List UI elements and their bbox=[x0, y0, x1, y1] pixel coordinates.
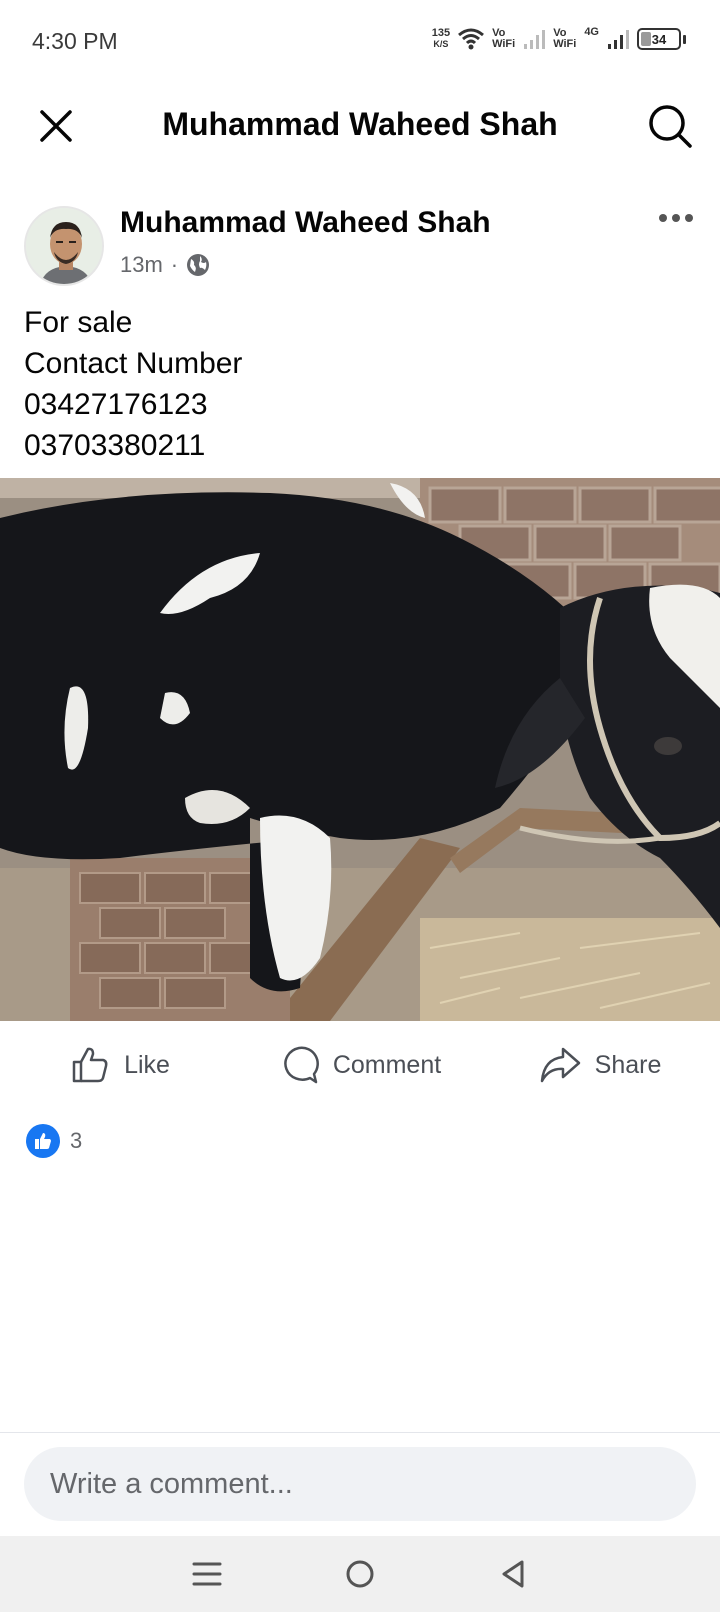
network-type: 4G bbox=[584, 26, 599, 38]
profile-photo bbox=[26, 208, 102, 284]
signal-icon-sim2 bbox=[608, 30, 629, 49]
back-button[interactable] bbox=[483, 1544, 543, 1604]
system-nav-bar bbox=[0, 1536, 720, 1612]
comment-input[interactable] bbox=[24, 1447, 696, 1521]
close-button[interactable] bbox=[32, 102, 80, 150]
vowifi-label-1: Vo WiFi bbox=[492, 27, 516, 50]
battery-icon: 34 bbox=[637, 28, 681, 50]
status-icons: 135 K/S Vo WiFi Vo WiFi 4G 34 bbox=[432, 24, 686, 54]
comment-button[interactable]: Comment bbox=[240, 1030, 480, 1100]
cow-photo bbox=[0, 478, 720, 1021]
post-text-line: Contact Number bbox=[24, 347, 243, 380]
status-bar: 4:30 PM 135 K/S Vo WiFi Vo WiFi 4G 34 bbox=[0, 0, 720, 82]
search-icon bbox=[649, 105, 692, 148]
reactions-summary[interactable]: 3 bbox=[26, 1124, 82, 1158]
home-button[interactable] bbox=[330, 1544, 390, 1604]
post-actions: Like Comment Share bbox=[0, 1030, 720, 1100]
battery-tip bbox=[683, 34, 686, 44]
avatar[interactable] bbox=[24, 206, 104, 286]
like-button[interactable]: Like bbox=[0, 1030, 240, 1100]
menu-icon bbox=[192, 1562, 222, 1586]
post-text-line: For sale bbox=[24, 306, 133, 339]
post-photo[interactable] bbox=[0, 478, 720, 1021]
more-options-button[interactable] bbox=[652, 202, 700, 234]
more-dot-icon bbox=[659, 214, 667, 222]
post-text: For sale Contact Number 03427176123 0370… bbox=[24, 302, 704, 466]
like-label: Like bbox=[124, 1050, 170, 1079]
back-triangle-icon bbox=[502, 1560, 524, 1588]
network-speed: 135 K/S bbox=[431, 27, 451, 50]
post-text-line[interactable]: 03427176123 bbox=[24, 384, 704, 425]
close-icon bbox=[40, 110, 72, 142]
vowifi-label-2: Vo WiFi bbox=[553, 27, 577, 50]
globe-icon[interactable] bbox=[186, 253, 210, 277]
wifi-icon bbox=[458, 28, 485, 50]
app-header: Muhammad Waheed Shah bbox=[0, 84, 720, 168]
author-name[interactable]: Muhammad Waheed Shah bbox=[120, 206, 491, 240]
share-icon bbox=[540, 1047, 580, 1083]
comment-label: Comment bbox=[332, 1050, 442, 1079]
home-circle-icon bbox=[346, 1560, 374, 1588]
more-dot-icon bbox=[685, 214, 693, 222]
comment-icon bbox=[284, 1046, 319, 1084]
thumbs-up-icon bbox=[72, 1047, 108, 1083]
post-text-line[interactable]: 03703380211 bbox=[24, 425, 704, 466]
battery-fill bbox=[641, 32, 651, 46]
search-button[interactable] bbox=[642, 98, 698, 154]
post-header: Muhammad Waheed Shah 13m · bbox=[0, 200, 720, 290]
recent-apps-button[interactable] bbox=[177, 1544, 237, 1604]
post-meta: 13m · bbox=[120, 252, 210, 278]
thumbs-up-icon bbox=[35, 1133, 51, 1149]
post-time: 13m bbox=[120, 252, 163, 277]
meta-separator: · bbox=[170, 252, 179, 277]
more-dot-icon bbox=[672, 214, 680, 222]
like-reaction-icon bbox=[26, 1124, 60, 1158]
share-button[interactable]: Share bbox=[480, 1030, 720, 1100]
comment-bar bbox=[0, 1432, 720, 1536]
reaction-count: 3 bbox=[70, 1128, 83, 1153]
share-label: Share bbox=[594, 1050, 662, 1079]
page-title: Muhammad Waheed Shah bbox=[162, 106, 558, 142]
signal-icon-sim1 bbox=[524, 30, 546, 49]
status-time: 4:30 PM bbox=[32, 28, 118, 54]
